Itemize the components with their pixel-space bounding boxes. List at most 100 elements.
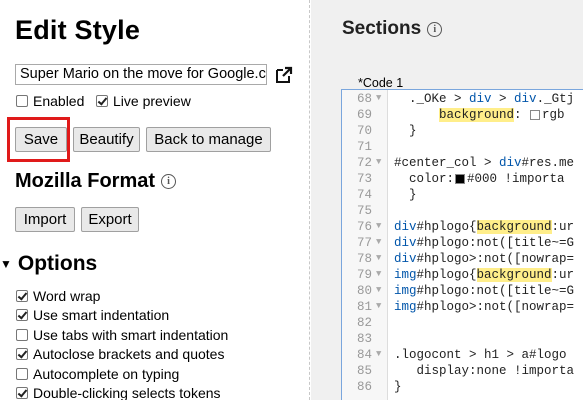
triangle-down-icon[interactable]: ▼ bbox=[0, 257, 12, 271]
code-line[interactable]: 80 ▼ img#hplogo:not([title~=G bbox=[342, 284, 583, 300]
external-link-icon[interactable] bbox=[275, 66, 293, 84]
code-line[interactable]: 74 } bbox=[342, 188, 583, 204]
option-tabs-smart-indentation[interactable]: Use tabs with smart indentation bbox=[16, 327, 228, 343]
line-number: 85 bbox=[356, 364, 372, 378]
code-text: img#hplogo>:not([nowrap= bbox=[394, 300, 575, 314]
code-line[interactable]: 76 ▼ div#hplogo{background:ur bbox=[342, 220, 583, 236]
code-text: } bbox=[394, 124, 417, 138]
code-line[interactable]: 81 ▼ img#hplogo>:not([nowrap= bbox=[342, 300, 583, 316]
style-name-row: Super Mario on the move for Google.c bbox=[15, 64, 293, 85]
code-text: display:none !importa bbox=[394, 364, 575, 378]
code-line[interactable]: 82 bbox=[342, 316, 583, 332]
code-text: background: rgb bbox=[439, 108, 565, 122]
option-label: Double-clicking selects tokens bbox=[33, 385, 221, 400]
code-text: #center_col > div#res.me bbox=[394, 156, 575, 170]
option-checkbox[interactable] bbox=[16, 290, 28, 302]
options-title: Options bbox=[17, 252, 98, 275]
page-title: Edit Style bbox=[15, 15, 141, 45]
option-label: Autoclose brackets and quotes bbox=[33, 346, 225, 362]
fold-arrow-icon[interactable]: ▼ bbox=[376, 237, 381, 247]
code-text: color: #000 !importa bbox=[394, 172, 565, 186]
option-checkbox[interactable] bbox=[16, 387, 28, 399]
option-label: Word wrap bbox=[33, 288, 101, 304]
code-line[interactable]: 86} bbox=[342, 380, 583, 396]
live-preview-label: Live preview bbox=[113, 93, 191, 109]
line-number: 84 bbox=[356, 348, 372, 362]
color-swatch-icon bbox=[455, 173, 466, 184]
fold-arrow-icon[interactable]: ▼ bbox=[376, 157, 381, 167]
mozilla-format-label: Mozilla Format bbox=[15, 170, 156, 192]
code-text: div#hplogo{background:ur bbox=[394, 220, 575, 234]
info-icon[interactable]: i bbox=[161, 174, 177, 189]
option-word-wrap[interactable]: Word wrap bbox=[16, 288, 100, 304]
fold-arrow-icon[interactable]: ▼ bbox=[376, 93, 381, 103]
code-line[interactable]: 78 ▼ div#hplogo>:not([nowrap= bbox=[342, 252, 583, 268]
line-number: 73 bbox=[356, 172, 372, 186]
sidebar: Edit Style Super Mario on the move for G… bbox=[0, 0, 308, 400]
option-checkbox[interactable] bbox=[16, 348, 28, 360]
live-preview-toggle[interactable]: Live preview bbox=[96, 93, 191, 109]
fold-arrow-icon[interactable]: ▼ bbox=[376, 269, 381, 279]
fold-arrow-icon[interactable]: ▼ bbox=[376, 301, 381, 311]
code-line[interactable]: 85 display:none !importa bbox=[342, 364, 583, 380]
line-number: 75 bbox=[356, 204, 372, 218]
code-section-label: *Code 1 bbox=[358, 76, 404, 90]
enabled-toggle[interactable]: Enabled bbox=[16, 93, 84, 109]
option-checkbox[interactable] bbox=[16, 368, 28, 380]
option-double-click-tokens[interactable]: Double-clicking selects tokens bbox=[16, 385, 221, 400]
fold-arrow-icon[interactable]: ▼ bbox=[376, 221, 381, 231]
options-heading[interactable]: ▼ Options bbox=[0, 252, 97, 276]
line-number: 69 bbox=[356, 108, 372, 122]
live-preview-checkbox[interactable] bbox=[96, 95, 108, 107]
code-line[interactable]: 83 bbox=[342, 332, 583, 348]
info-icon[interactable]: i bbox=[427, 21, 443, 37]
code-text: .logocont > h1 > a#logo bbox=[394, 348, 567, 362]
code-line[interactable]: 69 background: rgb bbox=[342, 108, 583, 124]
code-line[interactable]: 77 ▼ div#hplogo:not([title~=G bbox=[342, 236, 583, 252]
export-button[interactable]: Export bbox=[81, 207, 139, 232]
code-text: img#hplogo:not([title~=G bbox=[394, 284, 575, 298]
option-checkbox[interactable] bbox=[16, 309, 28, 321]
option-autocomplete[interactable]: Autocomplete on typing bbox=[16, 366, 179, 382]
style-name-input[interactable]: Super Mario on the move for Google.c bbox=[15, 64, 267, 85]
option-checkbox[interactable] bbox=[16, 329, 28, 341]
enabled-checkbox[interactable] bbox=[16, 95, 28, 107]
line-number: 86 bbox=[356, 380, 372, 394]
line-number: 76 bbox=[356, 220, 372, 234]
line-number: 78 bbox=[356, 252, 372, 266]
code-line[interactable]: 71 bbox=[342, 140, 583, 156]
code-line[interactable]: 79 ▼ img#hplogo{background:ur bbox=[342, 268, 583, 284]
code-text: ._OKe > div > div._Gtj bbox=[394, 92, 575, 106]
line-number: 70 bbox=[356, 124, 372, 138]
line-number: 74 bbox=[356, 188, 372, 202]
line-number: 77 bbox=[356, 236, 372, 250]
option-label: Autocomplete on typing bbox=[33, 366, 180, 382]
fold-arrow-icon[interactable]: ▼ bbox=[376, 349, 381, 359]
mozilla-format-heading: Mozilla Format i bbox=[15, 170, 177, 193]
back-to-manage-button[interactable]: Back to manage bbox=[146, 127, 271, 152]
code-line[interactable]: 70 } bbox=[342, 124, 583, 140]
option-label: Use tabs with smart indentation bbox=[33, 327, 229, 343]
beautify-button[interactable]: Beautify bbox=[73, 127, 140, 152]
option-label: Use smart indentation bbox=[33, 307, 170, 323]
line-number: 71 bbox=[356, 140, 372, 154]
import-button[interactable]: Import bbox=[15, 207, 75, 232]
sections-heading: Sections i bbox=[342, 18, 443, 40]
line-number: 79 bbox=[356, 268, 372, 282]
code-line[interactable]: 75 bbox=[342, 204, 583, 220]
code-line[interactable]: 68 ▼ ._OKe > div > div._Gtj bbox=[342, 92, 583, 108]
code-line[interactable]: 73 color: #000 !importa bbox=[342, 172, 583, 188]
fold-arrow-icon[interactable]: ▼ bbox=[376, 253, 381, 263]
line-number: 81 bbox=[356, 300, 372, 314]
enabled-label: Enabled bbox=[33, 93, 85, 109]
code-line[interactable]: 84 ▼ .logocont > h1 > a#logo bbox=[342, 348, 583, 364]
code-text: div#hplogo:not([title~=G bbox=[394, 236, 575, 250]
option-smart-indentation[interactable]: Use smart indentation bbox=[16, 307, 169, 323]
panel-divider bbox=[309, 0, 310, 400]
sections-title: Sections bbox=[342, 18, 422, 39]
code-line[interactable]: 72 ▼ #center_col > div#res.me bbox=[342, 156, 583, 172]
code-text: } bbox=[394, 188, 417, 202]
option-autoclose-brackets[interactable]: Autoclose brackets and quotes bbox=[16, 346, 224, 362]
code-editor[interactable]: 68 ▼ ._OKe > div > div._Gtj 69 background:… bbox=[341, 89, 583, 400]
fold-arrow-icon[interactable]: ▼ bbox=[376, 285, 381, 295]
